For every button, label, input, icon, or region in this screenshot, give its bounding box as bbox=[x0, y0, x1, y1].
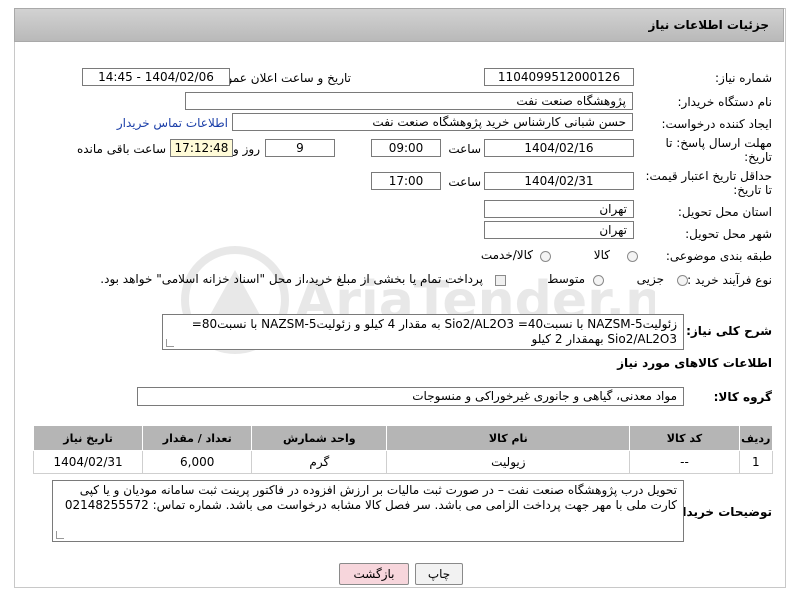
validity-label: حداقل تاریخ اعتبار قیمت: bbox=[645, 169, 772, 183]
treasury-payment-note: پرداخت تمام یا بخشی از مبلغ خرید،از محل … bbox=[100, 272, 483, 286]
col-header-unit: واحد شمارش bbox=[251, 425, 388, 451]
col-header-goods-code: کد کالا bbox=[629, 425, 740, 451]
goods-group-field: مواد معدنی، گیاهی و جانوری غیرخوراکی و م… bbox=[137, 387, 684, 406]
province-label: استان محل تحویل: bbox=[677, 205, 772, 219]
deadline-date-field: 1404/02/16 bbox=[484, 139, 634, 157]
city-field: تهران bbox=[484, 221, 634, 239]
city-label: شهر محل تحویل: bbox=[685, 227, 772, 241]
validity-label-2: تا تاریخ: bbox=[733, 183, 772, 197]
goods-table: ردیف کد کالا نام کالا واحد شمارش تعداد /… bbox=[32, 425, 774, 474]
cell-goods-name: زیولیت bbox=[386, 450, 631, 474]
deadline-time-field: 09:00 bbox=[371, 139, 441, 157]
goods-group-label: گروه کالا: bbox=[713, 390, 772, 404]
process-option-minor: جزیی bbox=[636, 272, 664, 286]
col-header-row-number: ردیف bbox=[738, 425, 774, 451]
need-number-field: 1104099512000126 bbox=[484, 68, 634, 86]
panel-header: جزئیات اطلاعات نیاز bbox=[14, 8, 784, 42]
process-label: نوع فرآیند خرید : bbox=[687, 273, 772, 287]
back-button[interactable]: بازگشت bbox=[339, 563, 409, 585]
announce-datetime-field: 1404/02/06 - 14:45 bbox=[82, 68, 230, 86]
buyer-notes-text: تحویل درب پژوهشگاه صنعت نفت – در صورت ثب… bbox=[64, 483, 677, 512]
need-number-label: شماره نیاز: bbox=[715, 71, 772, 85]
col-header-quantity: تعداد / مقدار bbox=[142, 425, 253, 451]
treasury-payment-checkbox[interactable] bbox=[495, 275, 506, 286]
category-radio-goods[interactable] bbox=[627, 251, 638, 262]
print-button[interactable]: چاپ bbox=[415, 563, 463, 585]
deadline-time-label: ساعت bbox=[448, 142, 481, 156]
cell-row-number: 1 bbox=[738, 450, 774, 474]
buyer-org-field: پژوهشگاه صنعت نفت bbox=[185, 92, 633, 110]
buyer-org-label: نام دستگاه خریدار: bbox=[677, 95, 773, 109]
deadline-label: مهلت ارسال پاسخ: تا bbox=[665, 136, 772, 150]
creator-label: ایجاد کننده درخواست: bbox=[661, 117, 772, 131]
days-remaining-field: 9 bbox=[265, 139, 335, 157]
process-option-medium: متوسط bbox=[547, 272, 585, 286]
process-radio-medium[interactable] bbox=[593, 275, 604, 286]
cell-unit: گرم bbox=[251, 450, 388, 474]
validity-time-field: 17:00 bbox=[371, 172, 441, 190]
resize-grip-icon[interactable] bbox=[56, 531, 64, 539]
table-row: 1 -- زیولیت گرم 6,000 1404/02/31 bbox=[32, 450, 774, 474]
goods-section-title: اطلاعات کالاهای مورد نیاز bbox=[617, 356, 772, 370]
buyer-contact-link[interactable]: اطلاعات تماس خریدار bbox=[117, 116, 228, 130]
description-label: شرح کلی نیاز: bbox=[686, 324, 772, 338]
category-label: طبقه بندی موضوعی: bbox=[665, 249, 772, 263]
creator-field: حسن شبانی کارشناس خرید پژوهشگاه صنعت نفت bbox=[232, 113, 633, 131]
page-title: جزئیات اطلاعات نیاز bbox=[648, 18, 769, 32]
description-textarea[interactable]: زئولیتNAZSM-5 با نسبتSio2/AL2O3 =40 به م… bbox=[162, 314, 684, 350]
validity-date-field: 1404/02/31 bbox=[484, 172, 634, 190]
remaining-label: ساعت باقی مانده bbox=[76, 142, 166, 156]
deadline-label-2: تاریخ: bbox=[744, 150, 772, 164]
buyer-notes-textarea[interactable]: تحویل درب پژوهشگاه صنعت نفت – در صورت ثب… bbox=[52, 480, 684, 542]
resize-grip-icon[interactable] bbox=[166, 339, 174, 347]
process-radio-minor[interactable] bbox=[677, 275, 688, 286]
category-option-goods-service: کالا/خدمت bbox=[480, 248, 533, 262]
cell-need-date: 1404/02/31 bbox=[32, 450, 144, 474]
remaining-time-field: 17:12:48 bbox=[170, 139, 233, 157]
col-header-need-date: تاریخ نیاز bbox=[32, 425, 144, 451]
category-option-goods: کالا bbox=[593, 248, 610, 262]
days-label: روز و bbox=[233, 142, 260, 156]
buyer-notes-label: توضیحات خریدار: bbox=[670, 505, 772, 519]
col-header-goods-name: نام کالا bbox=[386, 425, 631, 451]
validity-time-label: ساعت bbox=[448, 175, 481, 189]
description-text: زئولیتNAZSM-5 با نسبتSio2/AL2O3 =40 به م… bbox=[191, 317, 677, 346]
cell-goods-code: -- bbox=[629, 450, 740, 474]
table-header-row: ردیف کد کالا نام کالا واحد شمارش تعداد /… bbox=[32, 425, 774, 451]
category-radio-goods-service[interactable] bbox=[540, 251, 551, 262]
province-field: تهران bbox=[484, 200, 634, 218]
cell-quantity: 6,000 bbox=[142, 450, 253, 474]
